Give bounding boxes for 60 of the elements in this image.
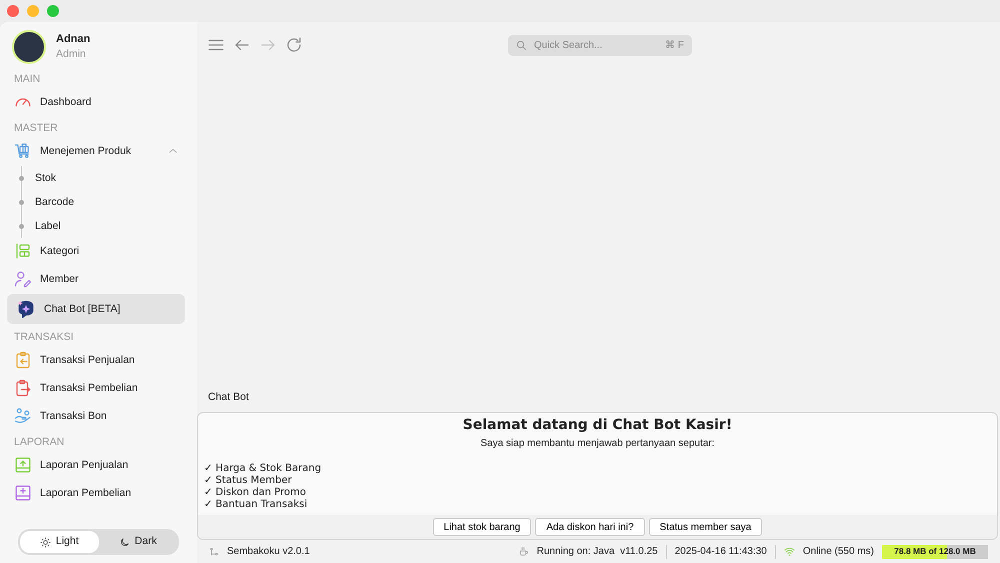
- section-heading: TRANSAKSI: [13, 330, 75, 345]
- search-input[interactable]: Quick Search...: [532, 36, 660, 54]
- chat-heading: Selamat datang di Chat Bot Kasir!: [462, 416, 734, 435]
- minimize-window-button[interactable]: [27, 5, 39, 17]
- topic-line: ✓ Bantuan Transaksi: [204, 499, 308, 511]
- sidebar-item[interactable]: Menejemen Produk: [7, 138, 185, 164]
- sidebar-item[interactable]: Transaksi Bon: [7, 403, 185, 429]
- sidebar-item[interactable]: Laporan Penjualan: [7, 452, 185, 478]
- clipboard-arrow-icon: [14, 379, 32, 397]
- user-role: Admin: [56, 47, 87, 62]
- app-version: Sembakoku v2.0.1: [227, 545, 310, 559]
- wifi-icon: [784, 546, 795, 557]
- bullet-dot: [19, 176, 24, 180]
- suggestion-button[interactable]: Ada diskon hari ini?: [535, 518, 645, 536]
- grid-icon: [14, 242, 32, 260]
- chat-title: Chat Bot: [207, 390, 250, 406]
- user-name: Adnan: [56, 32, 90, 47]
- sun-icon: [40, 536, 51, 548]
- topic-line: ✓ Harga & Stok Barang: [204, 463, 322, 475]
- upload-box-icon: [14, 456, 32, 474]
- date-time: 2025-04-16 11:43:30: [674, 545, 767, 559]
- sidebar-item[interactable]: Kategori: [7, 238, 185, 264]
- theme-option[interactable]: Dark: [98, 531, 177, 553]
- shortcut-hint: ⌘ F: [665, 38, 684, 52]
- runtime-info: Running on: Java v11.0.25: [536, 545, 658, 559]
- section-heading: MASTER: [13, 121, 59, 136]
- refresh-icon: [285, 36, 303, 54]
- bullet-dot: [19, 200, 24, 204]
- sidebar-subitem[interactable]: Barcode: [35, 194, 74, 210]
- topic-line: ✓ Status Member: [204, 475, 293, 487]
- theme-option[interactable]: Light: [20, 531, 98, 553]
- sidebar-item[interactable]: Transaksi Penjualan: [7, 347, 185, 373]
- sidebar-subitem[interactable]: Stok: [35, 170, 56, 186]
- refresh-button[interactable]: [285, 36, 303, 54]
- network-status: Online (550 ms): [802, 545, 874, 559]
- cart-icon: [14, 142, 32, 160]
- topic-line: ✓ Diskon dan Promo: [204, 487, 308, 499]
- branch-icon: [209, 546, 219, 556]
- coffee-cup-icon: [518, 546, 529, 557]
- suggestion-button[interactable]: Status member saya: [648, 518, 762, 536]
- sidebar-item[interactable]: Chat Bot [BETA]: [7, 294, 185, 324]
- avatar: [12, 30, 46, 64]
- suggestion-button[interactable]: Lihat stok barang: [432, 518, 532, 536]
- sidebar-item[interactable]: Laporan Pembelian: [7, 480, 185, 506]
- chat-intro: Saya siap membantu menjawab pertanyaan seputar:: [479, 437, 716, 451]
- sidebar-subitem[interactable]: Label: [35, 218, 61, 234]
- plus-box-icon: [14, 484, 32, 502]
- search-icon: [516, 40, 527, 50]
- bullet-dot: [19, 224, 24, 228]
- section-heading: LAPORAN: [13, 435, 66, 450]
- sidebar-item[interactable]: Dashboard: [7, 89, 185, 115]
- chat-bot-icon: [16, 299, 36, 319]
- maximize-window-button[interactable]: [47, 5, 59, 17]
- sidebar-item[interactable]: Member: [7, 266, 185, 292]
- person-icon: [14, 270, 32, 288]
- sidebar-item[interactable]: Transaksi Pembelian: [7, 375, 185, 401]
- section-heading: MAIN: [13, 72, 42, 87]
- moon-icon: [118, 536, 130, 548]
- close-window-button[interactable]: [7, 5, 19, 17]
- hand-coins-icon: [14, 407, 32, 425]
